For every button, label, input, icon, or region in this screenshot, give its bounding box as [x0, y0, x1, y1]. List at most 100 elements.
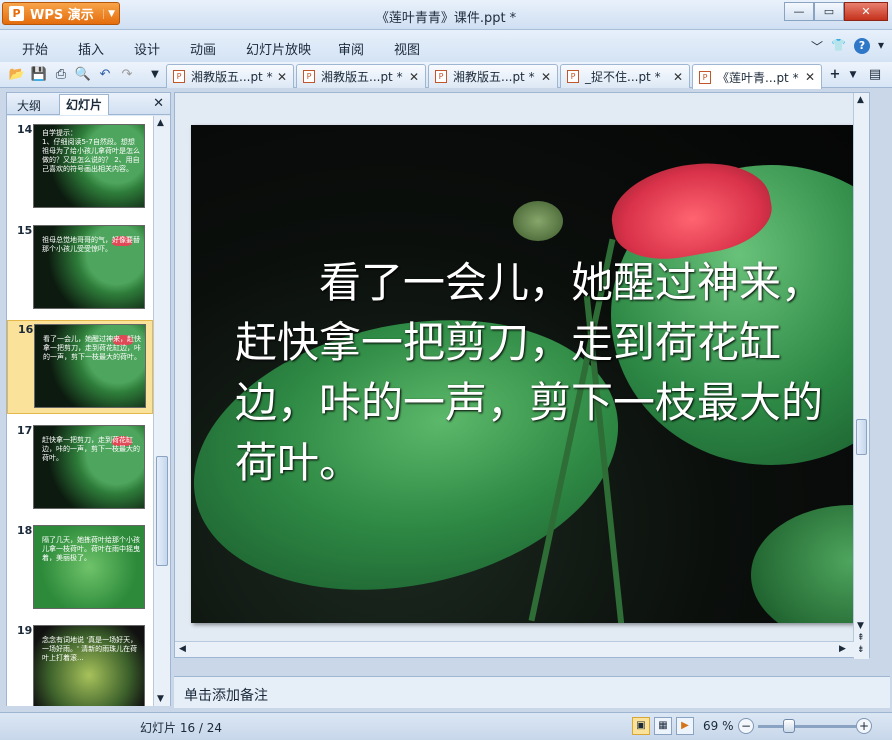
- close-icon[interactable]: ✕: [805, 70, 815, 84]
- scroll-thumb[interactable]: [856, 419, 867, 455]
- ppt-file-icon: P: [699, 70, 711, 84]
- slide-canvas[interactable]: 看了一会儿，她醒过神来，赶快拿一把剪刀，走到荷花缸边，咔的一声，剪下一枝最大的荷…: [191, 125, 855, 623]
- slide-hscrollbar[interactable]: ◀ ▶: [175, 641, 854, 657]
- maximize-button[interactable]: ▭: [814, 2, 844, 21]
- slide-number: 14: [17, 123, 33, 136]
- thumbnail-text: 念念有词地说 '真是一场好天，一场好雨。' 清新的雨珠儿在荷叶上打着滚...: [42, 636, 138, 662]
- thumbnail-item[interactable]: 19 念念有词地说 '真是一场好天，一场好雨。' 清新的雨珠儿在荷叶上打着滚..…: [7, 622, 153, 706]
- zoom-level: 69 %: [703, 719, 734, 733]
- close-window-button[interactable]: ✕: [844, 2, 888, 21]
- thumbnail-scrollbar[interactable]: ▲ ▼: [153, 116, 170, 706]
- doc-tab-label: 湘教版五...pt *: [191, 70, 273, 84]
- prev-slide-icon[interactable]: ⇞: [857, 633, 865, 643]
- slide-number: 18: [17, 524, 33, 537]
- close-icon[interactable]: ✕: [153, 96, 164, 111]
- scroll-left-icon[interactable]: ◀: [179, 644, 186, 654]
- zoom-in-button[interactable]: +: [856, 718, 872, 734]
- slide-text-box[interactable]: 看了一会儿，她醒过神来，赶快拿一把剪刀，走到荷花缸边，咔的一声，剪下一枝最大的荷…: [235, 253, 825, 493]
- doc-tab[interactable]: P 湘教版五...pt * ✕: [166, 64, 294, 88]
- tab-outline[interactable]: 大纲: [11, 96, 47, 115]
- slide-sorter-icon[interactable]: ▦: [654, 717, 672, 735]
- menu-slideshow[interactable]: 幻灯片放映: [246, 39, 311, 58]
- title-bar: P WPS 演示 ▼ 《莲叶青青》课件.ppt * — ▭ ✕: [0, 0, 892, 30]
- scroll-down-icon[interactable]: ▼: [157, 694, 164, 704]
- scroll-up-icon[interactable]: ▲: [857, 95, 864, 105]
- slide-number: 16: [18, 323, 34, 336]
- close-icon[interactable]: ✕: [673, 70, 683, 84]
- scroll-thumb[interactable]: [156, 456, 168, 566]
- print-preview-icon[interactable]: 🔍: [74, 66, 92, 84]
- print-icon[interactable]: ⎙: [52, 66, 70, 84]
- close-icon[interactable]: ✕: [277, 70, 287, 84]
- menu-design[interactable]: 设计: [134, 39, 160, 58]
- menu-start[interactable]: 开始: [22, 39, 48, 58]
- thumbnail-text: 1、仔细阅读5-7自然段。想想祖母为了给小孩儿拿荷叶是怎么做的？又是怎么说的？ …: [42, 138, 140, 173]
- menu-animation[interactable]: 动画: [190, 39, 216, 58]
- thumbnail-item[interactable]: 15 祖母总觉地哥哥的气，好像要替那个小孩儿受受惊吓。: [7, 222, 153, 316]
- doc-tab-label: 《莲叶青...pt *: [717, 70, 799, 85]
- doc-tab-label: _捉不住...pt *: [585, 70, 661, 84]
- tab-list-icon[interactable]: ▼: [844, 66, 862, 84]
- window-layout-icon[interactable]: ▤: [866, 66, 884, 84]
- zoom-slider-handle[interactable]: [783, 719, 795, 733]
- slideshow-icon[interactable]: ▶: [676, 717, 694, 735]
- slide-vscrollbar[interactable]: ▲ ▼ ⇞ ⇟: [853, 93, 869, 659]
- normal-view-icon[interactable]: ▣: [632, 717, 650, 735]
- scroll-up-icon[interactable]: ▲: [157, 118, 164, 128]
- slide-editor: 看了一会儿，她醒过神来，赶快拿一把剪刀，走到荷花缸边，咔的一声，剪下一枝最大的荷…: [174, 92, 870, 659]
- doc-tab[interactable]: P 湘教版五...pt * ✕: [296, 64, 426, 88]
- thumbnail-item[interactable]: 18 隔了几天，她拣荷叶给那个小孩儿拿一枝荷叶。荷叶在雨中摇曳着，美丽极了。: [7, 522, 153, 616]
- slide-thumbnail[interactable]: 看了一会儿，她醒过神来，赶快拿一把剪刀，走到荷花缸边，咔的一声，剪下一枝最大的荷…: [34, 324, 146, 408]
- new-tab-icon[interactable]: +: [826, 66, 844, 84]
- menu-insert[interactable]: 插入: [78, 39, 104, 58]
- slide-thumbnail[interactable]: 自学提示： 1、仔细阅读5-7自然段。想想祖母为了给小孩儿拿荷叶是怎么做的？又是…: [33, 124, 145, 208]
- thumbnail-text: 隔了几天，她拣荷叶给那个小孩儿拿一枝荷叶。荷叶在雨中摇曳着，美丽极了。: [42, 536, 140, 562]
- open-folder-icon[interactable]: 📂: [8, 66, 26, 84]
- close-icon[interactable]: ✕: [409, 70, 419, 84]
- help-icon[interactable]: ?: [853, 38, 870, 54]
- slides-panel: 大纲 幻灯片 ✕ 14 自学提示： 1、仔细阅读5-7自然段。想想祖母为了给小孩…: [6, 92, 171, 706]
- slide-thumbnail[interactable]: 祖母总觉地哥哥的气，好像要替那个小孩儿受受惊吓。: [33, 225, 145, 309]
- zoom-out-button[interactable]: −: [738, 718, 754, 734]
- menu-view[interactable]: 视图: [394, 39, 420, 58]
- thumbnail-list: 14 自学提示： 1、仔细阅读5-7自然段。想想祖母为了给小孩儿拿荷叶是怎么做的…: [7, 116, 153, 706]
- thumbnail-item[interactable]: 14 自学提示： 1、仔细阅读5-7自然段。想想祖母为了给小孩儿拿荷叶是怎么做的…: [7, 121, 153, 215]
- quick-access-toolbar: 📂 💾 ⎙ 🔍 ↶ ↷ ▼ P 湘教版五...pt * ✕ P 湘教版五...p…: [0, 62, 892, 89]
- slide-number: 17: [17, 424, 33, 437]
- ppt-file-icon: P: [435, 70, 447, 83]
- status-bar: 幻灯片 16 / 24 ▣ ▦ ▶ 69 % − +: [0, 712, 892, 740]
- menu-review[interactable]: 审阅: [338, 39, 364, 58]
- thumbnail-text: 赶快拿一把剪刀，走到荷花缸边，咔的一声，剪下一枝最大的荷叶。: [42, 436, 140, 462]
- next-slide-icon[interactable]: ⇟: [857, 645, 865, 655]
- doc-tab[interactable]: P _捉不住...pt * ✕: [560, 64, 690, 88]
- ribbon-menu: 开始 插入 设计 动画 幻灯片放映 审阅 视图 ﹀ 👕 ? ▾: [0, 30, 892, 62]
- minimize-button[interactable]: —: [784, 2, 814, 21]
- notes-pane[interactable]: 单击添加备注: [174, 676, 890, 708]
- scroll-right-icon[interactable]: ▶: [839, 644, 846, 654]
- lotus-pod-image: [513, 201, 563, 241]
- slide-thumbnail[interactable]: 赶快拿一把剪刀，走到荷花缸边，咔的一声，剪下一枝最大的荷叶。: [33, 425, 145, 509]
- redo-icon[interactable]: ↷: [118, 66, 136, 84]
- thumbnail-item-selected[interactable]: 16 看了一会儿，她醒过神来，赶快拿一把剪刀，走到荷花缸边，咔的一声，剪下一枝最…: [7, 320, 153, 414]
- ribbon-collapse-icon[interactable]: ﹀: [811, 38, 823, 55]
- doc-tab[interactable]: P 湘教版五...pt * ✕: [428, 64, 558, 88]
- slide-number: 19: [17, 624, 33, 637]
- toolbar-dropdown-icon[interactable]: ▼: [146, 66, 164, 84]
- zoom-slider-track[interactable]: [758, 725, 856, 728]
- slide-thumbnail[interactable]: 隔了几天，她拣荷叶给那个小孩儿拿一枝荷叶。荷叶在雨中摇曳着，美丽极了。: [33, 525, 145, 609]
- scroll-down-icon[interactable]: ▼: [857, 621, 864, 631]
- thumbnail-item[interactable]: 17 赶快拿一把剪刀，走到荷花缸边，咔的一声，剪下一枝最大的荷叶。: [7, 422, 153, 516]
- help-dropdown-icon[interactable]: ▾: [878, 38, 884, 55]
- slide-number: 15: [17, 224, 33, 237]
- doc-tab-label: 湘教版五...pt *: [321, 70, 403, 84]
- tab-slides[interactable]: 幻灯片: [59, 94, 110, 115]
- doc-tab-label: 湘教版五...pt *: [453, 70, 535, 84]
- close-icon[interactable]: ✕: [541, 70, 551, 84]
- skin-icon[interactable]: 👕: [831, 38, 846, 55]
- doc-tab-active[interactable]: P 《莲叶青...pt * ✕: [692, 64, 822, 89]
- thumbnail-text: 祖母总觉地哥哥的气，好像要替那个小孩儿受受惊吓。: [42, 236, 140, 253]
- undo-icon[interactable]: ↶: [96, 66, 114, 84]
- slide-thumbnail[interactable]: 念念有词地说 '真是一场好天，一场好雨。' 清新的雨珠儿在荷叶上打着滚...: [33, 625, 145, 706]
- thumbnail-text: 看了一会儿，她醒过神来，赶快拿一把剪刀，走到荷花缸边，咔的一声，剪下一枝最大的荷…: [43, 335, 141, 361]
- save-icon[interactable]: 💾: [30, 66, 48, 84]
